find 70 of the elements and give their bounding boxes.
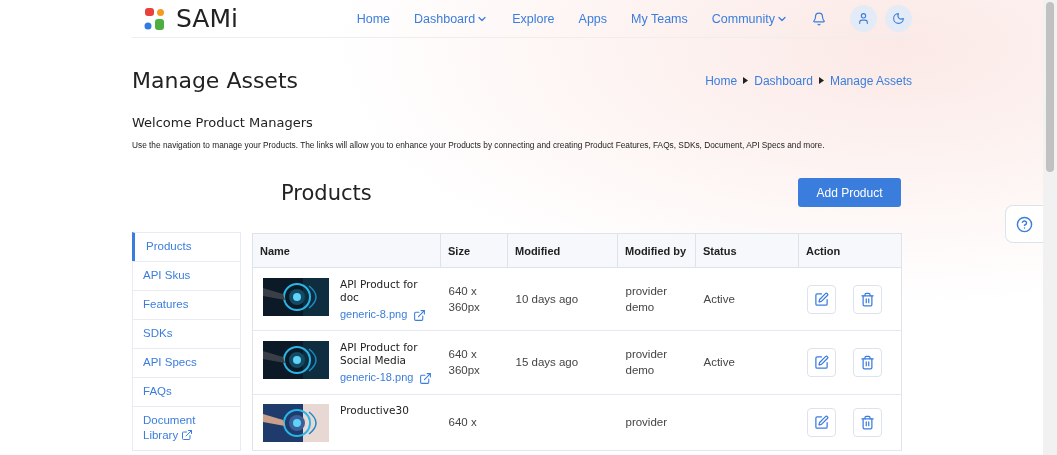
page-title: Manage Assets — [132, 68, 298, 93]
column-header: Name — [252, 233, 441, 268]
delete-button[interactable] — [852, 347, 882, 377]
moon-icon — [892, 12, 905, 25]
help-button[interactable] — [1005, 205, 1043, 243]
sidebar-item[interactable]: FAQs — [132, 376, 241, 407]
add-product-button[interactable]: Add Product — [798, 178, 901, 207]
breadcrumb-link[interactable]: Dashboard — [754, 73, 813, 88]
breadcrumb-link[interactable]: Home — [705, 73, 738, 88]
size-text: 640 x 360px — [448, 348, 480, 377]
product-name: Productive30 — [340, 404, 410, 418]
product-name: API Product for doc — [340, 277, 419, 305]
modified-text: 15 days ago — [515, 356, 579, 369]
column-header: Action — [798, 233, 902, 268]
sidebar-item[interactable]: API Skus — [132, 260, 241, 291]
edit-icon — [813, 414, 829, 430]
edit-button[interactable] — [806, 407, 836, 437]
brand-name: SAMi — [176, 4, 238, 33]
logo-icon — [144, 6, 166, 31]
modifier-text: provider demo — [625, 285, 668, 314]
nav-link[interactable]: Dashboard — [414, 11, 489, 26]
caret-icon — [818, 77, 824, 84]
external-link-icon[interactable] — [419, 371, 433, 385]
column-header: Modified — [507, 233, 618, 268]
product-name: API Product for Social Media — [340, 341, 419, 368]
nav-link[interactable]: Apps — [578, 11, 608, 26]
modifier-text: provider demo — [625, 348, 668, 377]
status-text: Active — [703, 356, 735, 369]
scrollbar-thumb[interactable] — [1046, 2, 1054, 172]
modified-text: 10 days ago — [515, 293, 579, 306]
nav-link[interactable]: Explore — [512, 11, 555, 26]
trash-icon — [859, 414, 875, 430]
nav-link[interactable]: Home — [356, 11, 390, 26]
help-icon — [1016, 215, 1033, 233]
theme-button[interactable] — [885, 5, 912, 32]
welcome-title: Welcome Product Managers — [132, 115, 314, 130]
edit-button[interactable] — [806, 284, 836, 314]
scrollbar[interactable] — [1043, 0, 1057, 455]
sidebar-item[interactable]: SDKs — [132, 318, 241, 349]
delete-button[interactable] — [852, 407, 882, 437]
external-link-icon[interactable] — [413, 308, 427, 322]
file-link[interactable]: generic-8.png — [340, 308, 408, 321]
edit-icon — [813, 291, 829, 307]
size-text: 640 x — [448, 415, 477, 428]
sidebar-item[interactable]: Document Library — [132, 405, 241, 451]
user-icon — [857, 12, 870, 25]
edit-button[interactable] — [806, 347, 836, 377]
caret-icon — [743, 77, 749, 84]
nav-link[interactable]: Community — [711, 11, 788, 26]
column-header: Size — [440, 233, 508, 268]
breadcrumb-link[interactable]: Manage Assets — [829, 73, 912, 88]
bell-icon[interactable] — [812, 11, 826, 26]
nav-link[interactable]: My Teams — [631, 11, 688, 26]
trash-icon — [859, 291, 875, 307]
section-title: Products — [281, 180, 372, 205]
size-text: 640 x 360px — [448, 285, 480, 314]
column-header: Status — [695, 233, 799, 268]
sidebar-item[interactable]: API Specs — [132, 347, 241, 378]
sidebar-item[interactable]: Products — [132, 232, 241, 262]
delete-button[interactable] — [852, 284, 882, 314]
column-header: Modified by — [617, 233, 696, 268]
file-link[interactable]: generic-18.png — [340, 371, 414, 384]
modifier-text: provider — [625, 415, 668, 428]
trash-icon — [859, 354, 875, 370]
user-button[interactable] — [850, 5, 877, 32]
edit-icon — [813, 354, 829, 370]
status-text: Active — [703, 293, 735, 306]
external-link-icon — [181, 428, 194, 441]
welcome-text: Use the navigation to manage your Products. The links will allow you to enhance your Products by connecting and creating Product Features, FAQs, SDKs, Document, API Specs and more. — [132, 140, 826, 150]
sidebar-item[interactable]: Features — [132, 289, 241, 320]
